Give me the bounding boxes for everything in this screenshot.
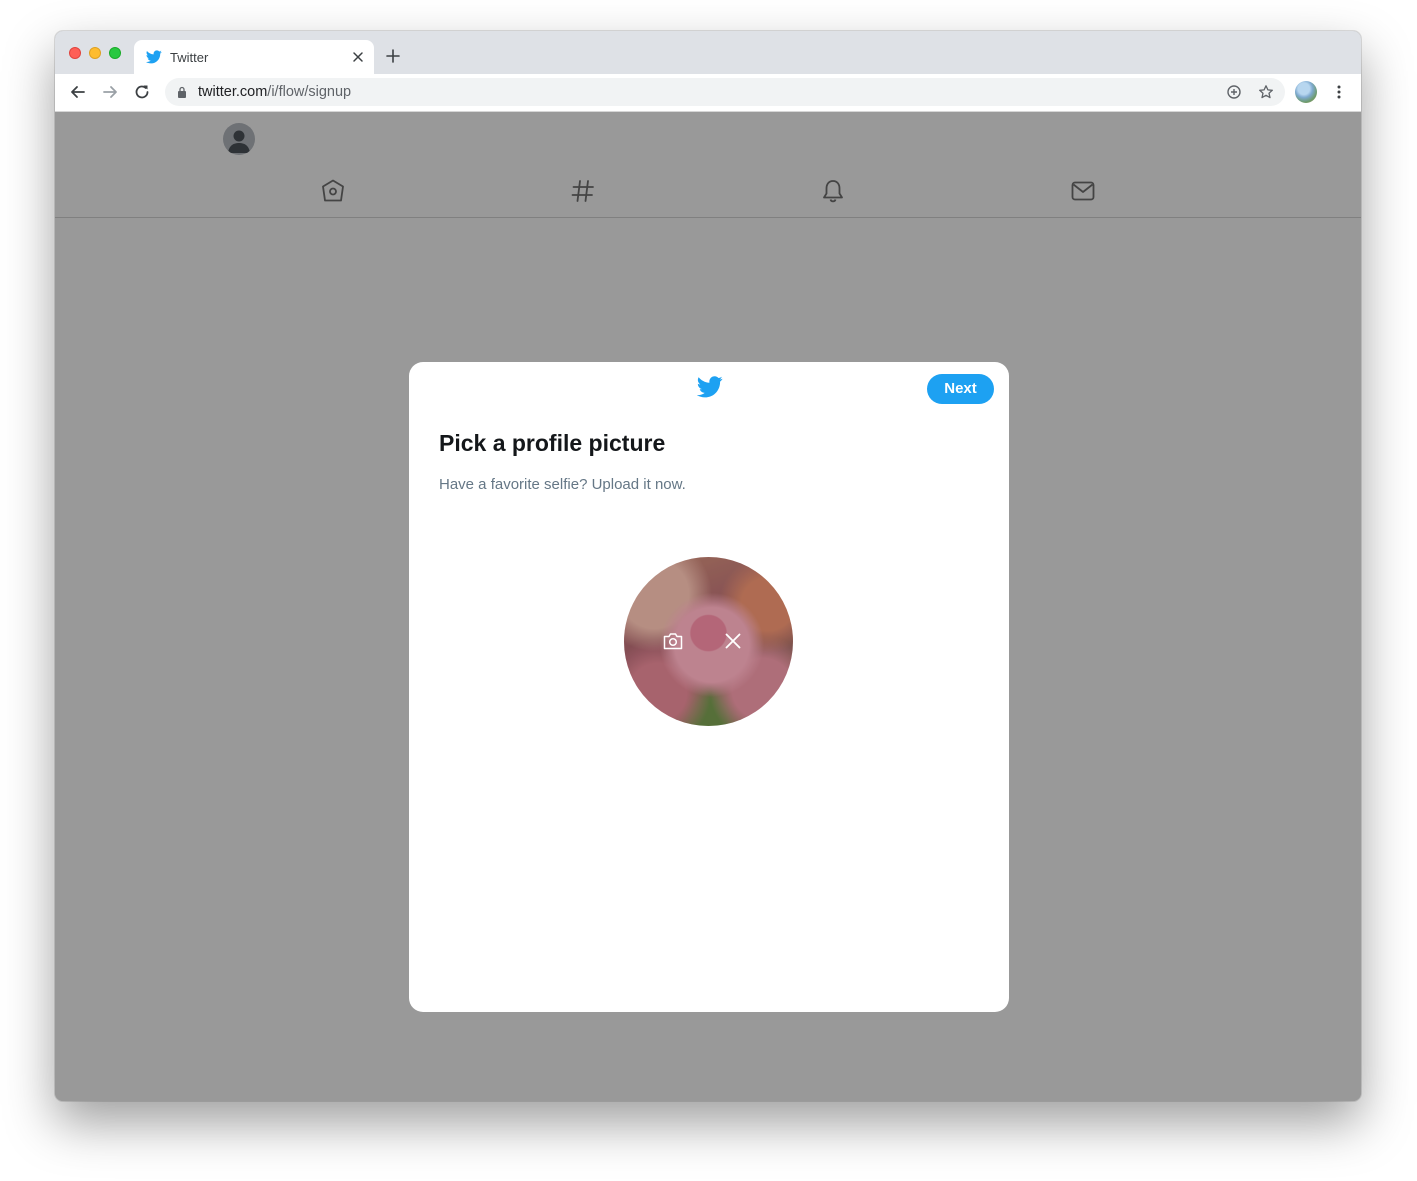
person-icon: [228, 130, 250, 153]
reload-icon[interactable]: [133, 83, 151, 101]
close-icon[interactable]: [721, 629, 745, 653]
back-arrow-icon[interactable]: [69, 83, 87, 101]
signup-modal: Next Pick a profile picture Have a favor…: [409, 362, 1009, 1012]
browser-toolbar: twitter.com/i/flow/signup: [55, 74, 1361, 112]
profile-photo-preview: [624, 557, 793, 726]
new-tab-icon[interactable]: [386, 49, 400, 63]
more-menu-icon[interactable]: [1336, 84, 1342, 100]
bell-icon[interactable]: [820, 178, 846, 204]
browser-tab[interactable]: Twitter: [134, 40, 374, 74]
camera-icon[interactable]: [661, 629, 685, 653]
page-content: Next Pick a profile picture Have a favor…: [55, 112, 1361, 1101]
address-bar[interactable]: twitter.com/i/flow/signup: [165, 78, 1285, 106]
bookmark-star-icon[interactable]: [1258, 84, 1274, 100]
modal-subtitle: Have a favorite selfie? Upload it now.: [439, 476, 686, 493]
url-path: /i/flow/signup: [267, 84, 352, 100]
user-avatar[interactable]: [223, 123, 255, 155]
forward-arrow-icon[interactable]: [101, 83, 119, 101]
tab-strip: Twitter: [55, 31, 1361, 74]
url-host: twitter.com: [198, 84, 268, 100]
twitter-header: [55, 112, 1361, 218]
next-button[interactable]: Next: [927, 374, 994, 404]
photo-overlay: [624, 557, 793, 726]
close-icon[interactable]: [352, 51, 364, 63]
twitter-logo-icon: [697, 376, 723, 398]
window-zoom-button[interactable]: [109, 47, 121, 59]
tab-title: Twitter: [170, 50, 209, 65]
mail-icon[interactable]: [1070, 178, 1096, 204]
hashtag-icon[interactable]: [570, 178, 596, 204]
window-minimize-button[interactable]: [89, 47, 101, 59]
lock-icon[interactable]: [177, 86, 187, 98]
install-app-icon[interactable]: [1226, 84, 1242, 100]
browser-window: Twitter twitter.com/i/flow/signup Next P…: [55, 31, 1361, 1101]
twitter-bird-icon: [146, 50, 162, 64]
home-icon[interactable]: [320, 178, 346, 204]
profile-avatar[interactable]: [1295, 81, 1317, 103]
url-text[interactable]: twitter.com/i/flow/signup: [198, 84, 351, 100]
window-close-button[interactable]: [69, 47, 81, 59]
modal-title: Pick a profile picture: [439, 430, 666, 456]
